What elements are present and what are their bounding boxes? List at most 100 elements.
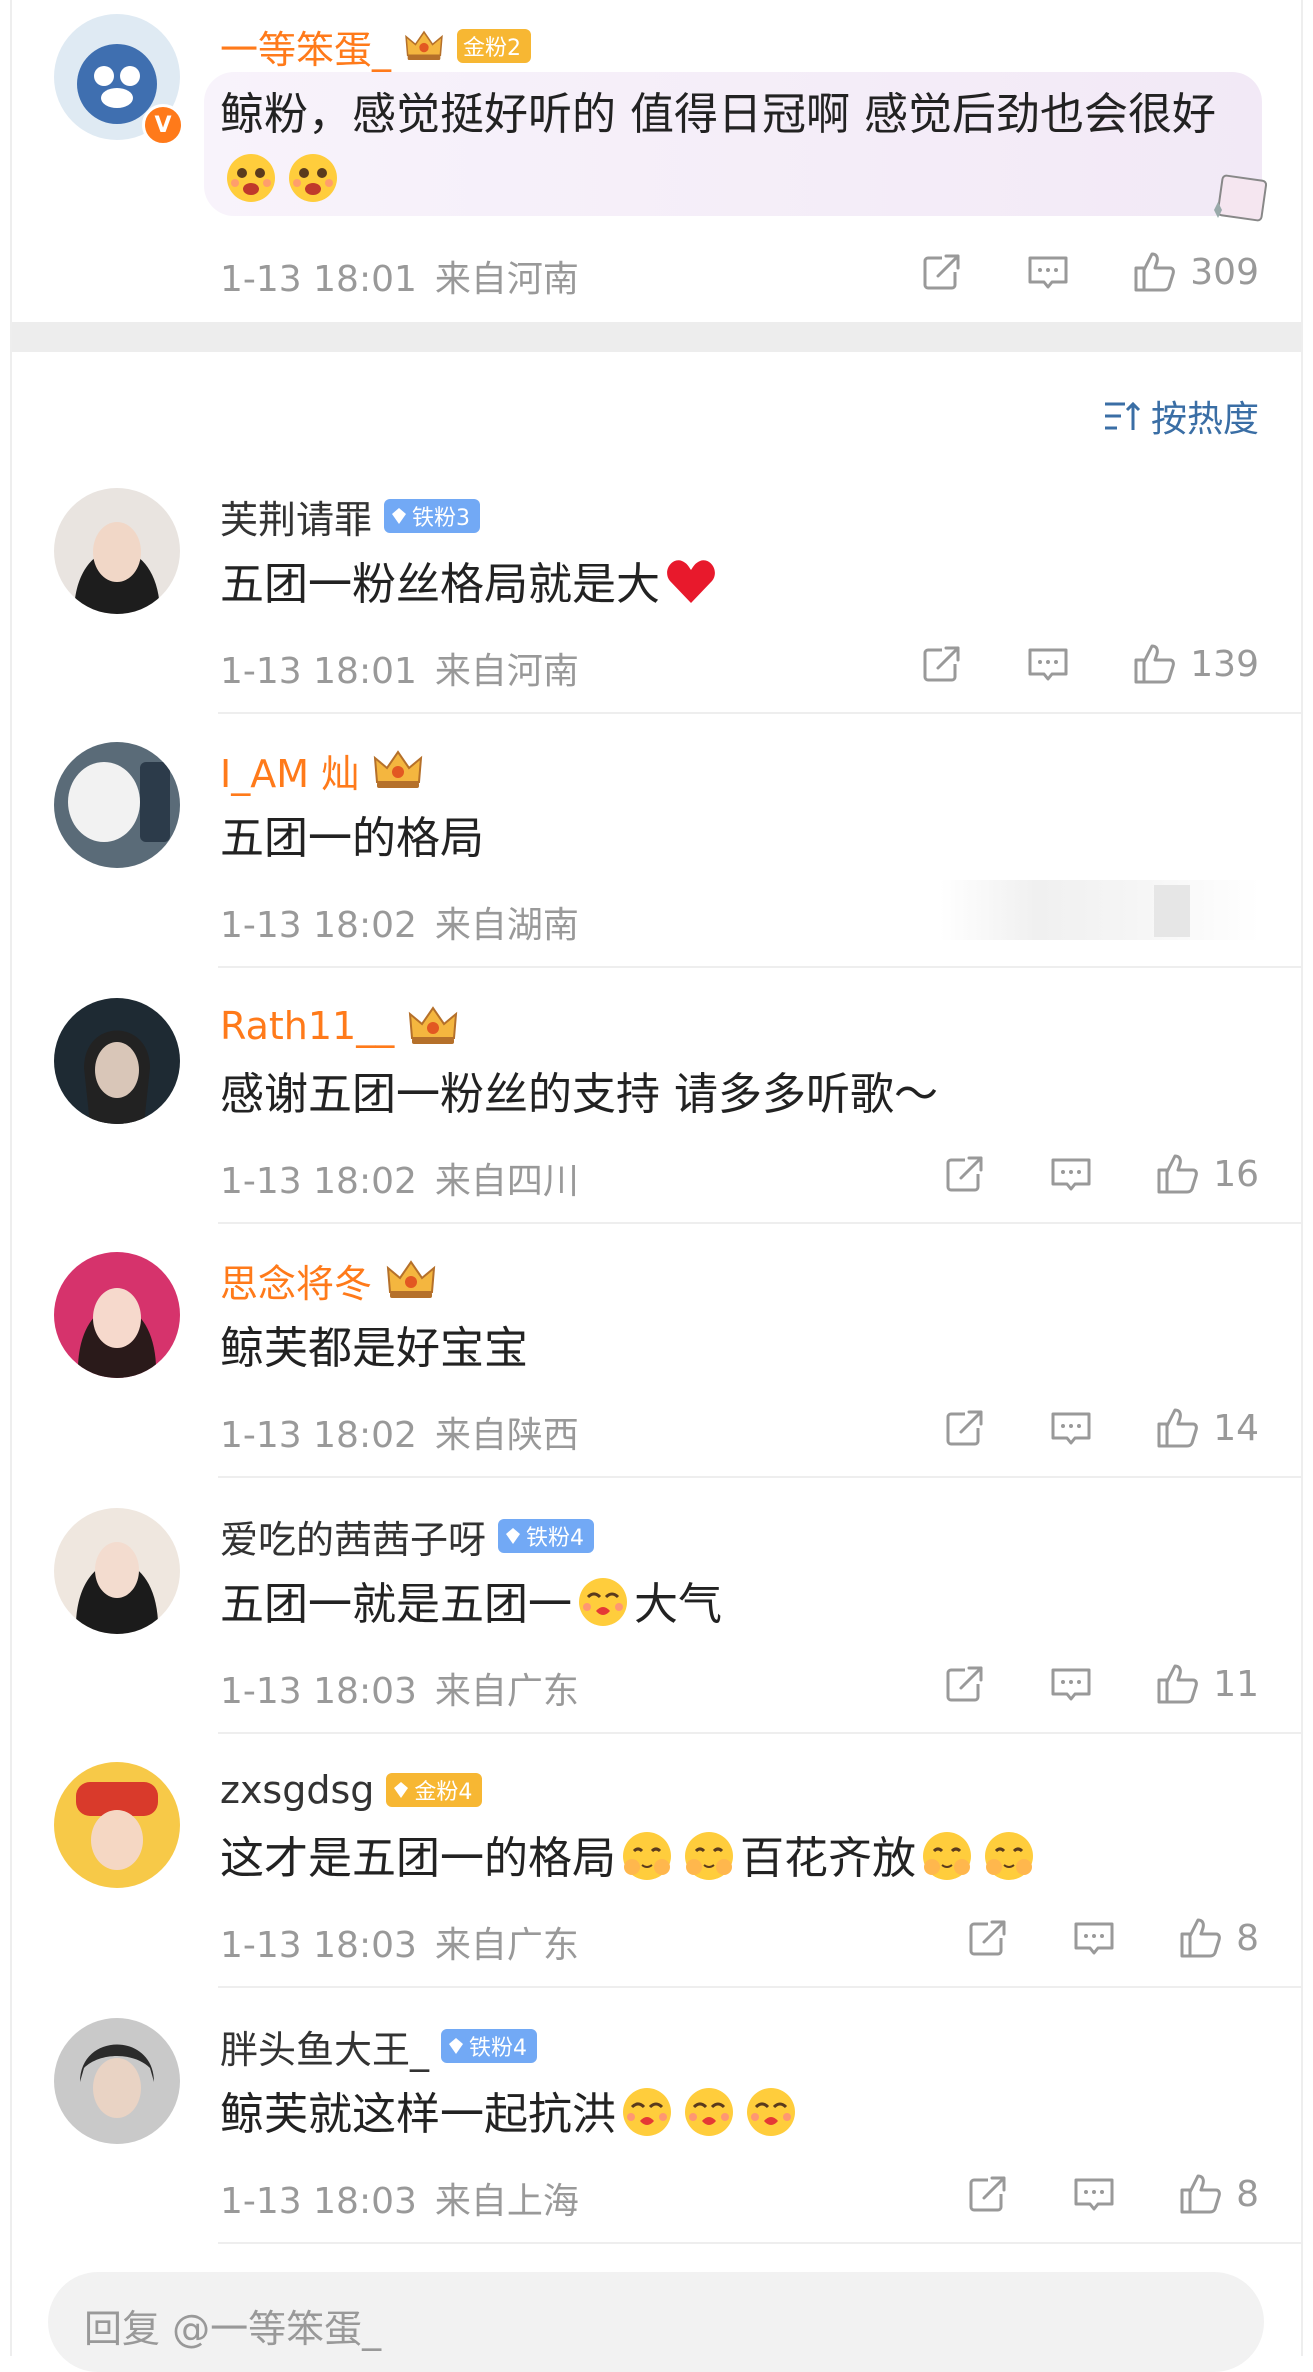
comment-meta: 1-13 18:03 来自上海 <box>220 2181 579 2222</box>
username[interactable]: 芙荆请罪 <box>220 489 372 544</box>
divider <box>218 1986 1301 1988</box>
avatar[interactable] <box>54 488 180 614</box>
reply-button[interactable] <box>1024 248 1072 296</box>
emoji-icon <box>744 2085 798 2139</box>
emoji-icon <box>682 2085 736 2139</box>
comment-text: 五团一的格局 <box>220 813 484 864</box>
reply-button[interactable] <box>1047 1660 1095 1708</box>
share-button[interactable] <box>941 1150 989 1198</box>
crown-icon <box>403 26 445 66</box>
like-button[interactable]: 14 <box>1153 1404 1259 1452</box>
comment-meta: 1-13 18:02 来自湖南 <box>220 905 579 946</box>
share-button[interactable] <box>964 1914 1012 1962</box>
share-icon <box>941 1404 989 1452</box>
reply-button[interactable] <box>1047 1404 1095 1452</box>
emoji-icon <box>224 151 278 205</box>
comment-actions: 309 <box>918 244 1259 300</box>
crown-icon <box>371 748 425 792</box>
avatar[interactable] <box>54 2018 180 2144</box>
comment-actions: 14 <box>941 1400 1259 1456</box>
fan-badge: 金粉4 <box>386 1773 483 1807</box>
comment-icon <box>1047 1404 1095 1452</box>
reply-button[interactable] <box>1070 2170 1118 2218</box>
like-icon <box>1153 1660 1201 1708</box>
like-button[interactable]: 16 <box>1153 1150 1259 1198</box>
like-button[interactable]: 8 <box>1176 2170 1259 2218</box>
share-button[interactable] <box>941 1404 989 1452</box>
share-icon <box>918 248 966 296</box>
like-button[interactable]: 11 <box>1153 1660 1259 1708</box>
avatar[interactable] <box>54 998 180 1124</box>
like-icon <box>1153 1150 1201 1198</box>
like-icon <box>1176 1914 1224 1962</box>
like-icon <box>1130 248 1178 296</box>
comment-actions: 8 <box>964 1910 1259 1966</box>
diamond-icon <box>394 1782 409 1798</box>
share-button[interactable] <box>941 1660 989 1708</box>
comment-header: I_AM 灿 <box>220 740 425 800</box>
comment-header: 芙荆请罪 铁粉3 <box>220 486 481 546</box>
username[interactable]: 爱吃的茜茜子呀 <box>220 1509 486 1564</box>
heart-icon <box>667 560 715 603</box>
share-button[interactable] <box>918 248 966 296</box>
emoji-icon <box>620 1829 674 1883</box>
right-frame-line <box>1301 0 1303 2356</box>
like-button[interactable]: 8 <box>1176 1914 1259 1962</box>
comment-icon <box>1070 1914 1118 1962</box>
comment-meta: 1-13 18:03 来自广东 <box>220 1671 579 1712</box>
comment-meta: 1-13 18:02 来自四川 <box>220 1161 579 1202</box>
fan-badge: 金粉2 <box>457 29 532 63</box>
comment-meta: 1-13 18:01 来自河南 <box>220 651 579 692</box>
like-button[interactable]: 309 <box>1130 248 1259 296</box>
left-frame-line <box>10 0 12 2356</box>
reply-button[interactable] <box>1047 1150 1095 1198</box>
emoji-icon <box>286 151 340 205</box>
crown-icon <box>406 1004 460 1048</box>
sticker-icon <box>1214 174 1268 222</box>
verified-badge: V <box>142 104 184 146</box>
comment-text: 五团一就是五团一 大气 <box>220 1572 1253 1638</box>
comment-text: 感谢五团一粉丝的支持 请多多听歌～ <box>220 1069 938 1120</box>
comment-header: Rath11__ <box>220 996 460 1056</box>
username[interactable]: I_AM 灿 <box>220 743 359 798</box>
comment-meta: 1-13 18:01 来自河南 <box>220 259 579 300</box>
username[interactable]: zxsgdsg <box>220 1768 374 1812</box>
comment-actions: 11 <box>941 1656 1259 1712</box>
share-icon <box>941 1660 989 1708</box>
loading-placeholder-box <box>1154 885 1190 937</box>
reply-button[interactable] <box>1070 1914 1118 1962</box>
section-separator <box>12 322 1301 352</box>
share-button[interactable] <box>918 640 966 688</box>
emoji-icon <box>620 2085 674 2139</box>
sort-icon <box>1104 401 1141 430</box>
like-button[interactable]: 139 <box>1130 640 1259 688</box>
username[interactable]: 一等笨蛋_ <box>220 19 391 74</box>
like-icon <box>1153 1404 1201 1452</box>
avatar[interactable] <box>54 1508 180 1634</box>
comment-text: 五团一粉丝格局就是大 <box>220 552 1253 618</box>
avatar[interactable] <box>54 742 180 868</box>
crown-icon <box>384 1258 438 1302</box>
avatar[interactable] <box>54 1252 180 1378</box>
diamond-icon <box>449 2038 464 2054</box>
username[interactable]: 思念将冬 <box>220 1253 372 1308</box>
share-icon <box>964 1914 1012 1962</box>
fan-badge: 铁粉4 <box>441 2029 538 2063</box>
username[interactable]: 胖头鱼大王_ <box>220 2019 429 2074</box>
divider <box>218 1222 1301 1224</box>
sort-button[interactable]: 按热度 <box>1101 390 1259 442</box>
share-button[interactable] <box>964 2170 1012 2218</box>
reply-button[interactable] <box>1024 640 1072 688</box>
comment-header: 胖头鱼大王_ 铁粉4 <box>220 2016 538 2076</box>
comment-actions: 16 <box>941 1146 1259 1202</box>
comment-header: zxsgdsg 金粉4 <box>220 1760 483 1820</box>
reply-input[interactable]: 回复 @一等笨蛋_ <box>48 2272 1264 2372</box>
avatar[interactable] <box>54 1762 180 1888</box>
divider <box>218 712 1301 714</box>
comment-meta: 1-13 18:02 来自陕西 <box>220 1415 579 1456</box>
fan-badge: 铁粉3 <box>384 499 481 533</box>
username[interactable]: Rath11__ <box>220 1004 394 1048</box>
reply-placeholder: 回复 @一等笨蛋_ <box>84 2307 382 2351</box>
comment-text: 这才是五团一的格局 百花齐放 <box>220 1826 1253 1892</box>
like-icon <box>1130 640 1178 688</box>
